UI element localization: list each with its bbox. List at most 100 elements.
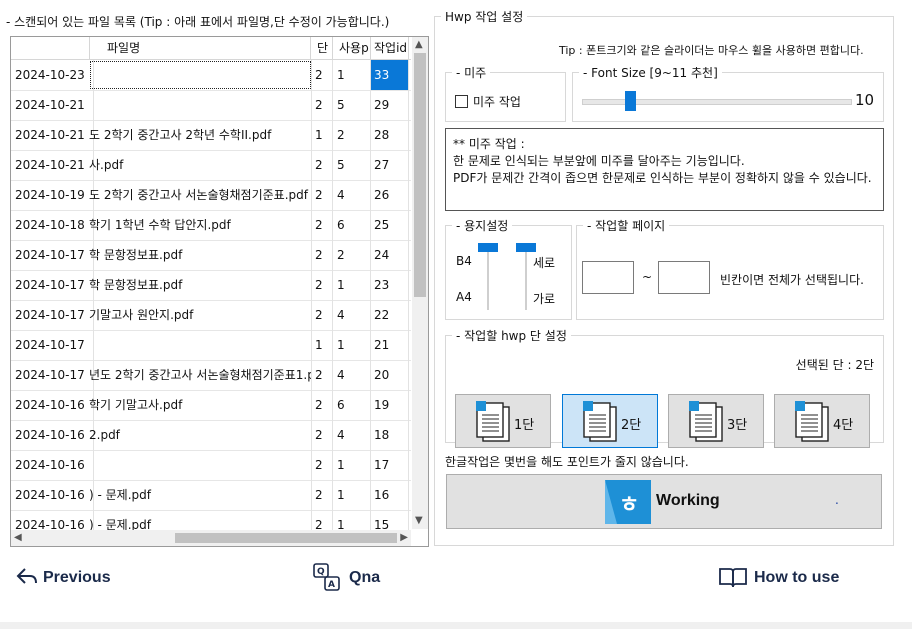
file-table[interactable]: 파일명 단 사용p 작업id 2024-10-23 2 1 33 2024-10-21 2… — [10, 36, 429, 547]
cell-jobid[interactable]: 26 — [371, 180, 409, 210]
cell-dan[interactable]: 2 — [311, 150, 333, 180]
cell-dan[interactable]: 2 — [311, 60, 333, 90]
cell-usedpage[interactable]: 6 — [333, 390, 371, 420]
cell-usedpage[interactable]: 2 — [333, 120, 371, 150]
cell-jobid[interactable]: 18 — [371, 420, 409, 450]
cell-jobid[interactable]: 23 — [371, 270, 409, 300]
cell-filename[interactable]: 학기 기말고사.pdf — [89, 390, 312, 420]
cell-jobid[interactable]: 17 — [371, 450, 409, 480]
cell-date[interactable]: 2024-10-16 — [11, 420, 94, 450]
cell-dan[interactable]: 1 — [311, 120, 333, 150]
cell-date[interactable]: 2024-10-17 — [11, 270, 94, 300]
cell-jobid[interactable]: 20 — [371, 360, 409, 390]
cell-filename[interactable]: 2.pdf — [89, 420, 312, 450]
dan-button-2[interactable]: 2단 — [562, 394, 658, 448]
cell-usedpage[interactable]: 5 — [333, 90, 371, 120]
cell-usedpage[interactable]: 4 — [333, 300, 371, 330]
cell-jobid[interactable]: 28 — [371, 120, 409, 150]
table-row[interactable]: 2024-10-18 학기 1학년 수학 답안지.pdf 2 6 25 — [11, 210, 411, 241]
cell-date[interactable]: 2024-10-21 — [11, 150, 94, 180]
table-row[interactable]: 2024-10-21 사.pdf 2 5 27 — [11, 150, 411, 181]
cell-dan[interactable]: 2 — [311, 90, 333, 120]
cell-date[interactable]: 2024-10-17 — [11, 360, 94, 390]
vertical-scrollbar[interactable]: ▲ ▼ — [412, 37, 428, 529]
cell-filename[interactable]: 도 2학기 중간고사 2학년 수학II.pdf — [89, 120, 312, 150]
cell-dan[interactable]: 2 — [311, 300, 333, 330]
cell-dan[interactable]: 2 — [311, 390, 333, 420]
cell-jobid[interactable]: 21 — [371, 330, 409, 360]
cell-filename[interactable] — [89, 330, 312, 360]
cell-date[interactable]: 2024-10-21 — [11, 120, 94, 150]
cell-dan[interactable]: 2 — [311, 210, 333, 240]
cell-date[interactable]: 2024-10-17 — [11, 300, 94, 330]
cell-jobid[interactable]: 33 — [371, 60, 409, 90]
mijoo-checkbox[interactable] — [455, 95, 468, 108]
page-end-input[interactable] — [658, 261, 710, 294]
table-row[interactable]: 2024-10-21 도 2학기 중간고사 2학년 수학II.pdf 1 2 28 — [11, 120, 411, 151]
cell-usedpage[interactable]: 4 — [333, 180, 371, 210]
cell-filename[interactable]: 년도 2학기 중간고사 서논술형채점기준표1.pdf — [89, 360, 312, 390]
table-row[interactable]: 2024-10-23 2 1 33 — [11, 60, 411, 91]
cell-usedpage[interactable]: 2 — [333, 240, 371, 270]
working-button[interactable]: ㅎ Working . — [446, 474, 882, 529]
cell-filename[interactable] — [89, 90, 312, 120]
cell-dan[interactable]: 2 — [311, 480, 333, 510]
page-start-input[interactable] — [582, 261, 634, 294]
table-row[interactable]: 2024-10-17 1 1 21 — [11, 330, 411, 361]
cell-usedpage[interactable]: 1 — [333, 330, 371, 360]
dan-button-3[interactable]: 3단 — [668, 394, 764, 448]
cell-usedpage[interactable]: 1 — [333, 60, 371, 90]
cell-jobid[interactable]: 25 — [371, 210, 409, 240]
cell-filename[interactable]: ) - 문제.pdf — [89, 480, 312, 510]
table-row[interactable]: 2024-10-16 2.pdf 2 4 18 — [11, 420, 411, 451]
cell-dan[interactable]: 2 — [311, 270, 333, 300]
column-jobid[interactable]: 작업id — [371, 37, 409, 59]
cell-jobid[interactable]: 22 — [371, 300, 409, 330]
cell-usedpage[interactable]: 1 — [333, 480, 371, 510]
cell-filename[interactable]: 도 2학기 중간고사 서논술형채점기준표.pdf — [89, 180, 312, 210]
cell-dan[interactable]: 2 — [311, 360, 333, 390]
cell-date[interactable]: 2024-10-23 — [11, 60, 94, 90]
table-row[interactable]: 2024-10-17 학 문항정보표.pdf 2 2 24 — [11, 240, 411, 271]
cell-usedpage[interactable]: 5 — [333, 150, 371, 180]
scroll-left-icon[interactable]: ◀ — [14, 531, 22, 545]
cell-filename[interactable]: 사.pdf — [89, 150, 312, 180]
cell-filename[interactable]: 학 문항정보표.pdf — [89, 270, 312, 300]
cell-dan[interactable]: 2 — [311, 180, 333, 210]
scroll-up-icon[interactable]: ▲ — [415, 38, 423, 52]
cell-date[interactable]: 2024-10-17 — [11, 240, 94, 270]
cell-date[interactable]: 2024-10-19 — [11, 180, 94, 210]
cell-dan[interactable]: 1 — [311, 330, 333, 360]
cell-date[interactable]: 2024-10-16 — [11, 390, 94, 420]
table-row[interactable]: 2024-10-17 학 문항정보표.pdf 2 1 23 — [11, 270, 411, 301]
column-dan[interactable]: 단 — [311, 37, 333, 59]
cell-date[interactable]: 2024-10-17 — [11, 330, 94, 360]
cell-date[interactable]: 2024-10-16 — [11, 480, 94, 510]
table-row[interactable]: 2024-10-16) - 문제.pdf 2 1 16 — [11, 480, 411, 511]
table-row[interactable]: 2024-10-19 도 2학기 중간고사 서논술형채점기준표.pdf 2 4 26 — [11, 180, 411, 211]
column-usedpage[interactable]: 사용p — [333, 37, 371, 59]
cell-filename[interactable]: 학기 1학년 수학 답안지.pdf — [89, 210, 312, 240]
cell-dan[interactable]: 2 — [311, 450, 333, 480]
cell-usedpage[interactable]: 1 — [333, 450, 371, 480]
cell-filename[interactable]: 학 문항정보표.pdf — [89, 240, 312, 270]
cell-filename[interactable] — [89, 450, 312, 480]
cell-date[interactable]: 2024-10-16 — [11, 450, 94, 480]
dan-button-1[interactable]: 1단 — [455, 394, 551, 448]
cell-usedpage[interactable]: 1 — [333, 270, 371, 300]
cell-date[interactable]: 2024-10-21 — [11, 90, 94, 120]
cell-jobid[interactable]: 16 — [371, 480, 409, 510]
paper-orientation-slider-thumb[interactable] — [516, 243, 536, 252]
cell-dan[interactable]: 2 — [311, 420, 333, 450]
cell-usedpage[interactable]: 6 — [333, 210, 371, 240]
cell-filename[interactable]: 기말고사 원안지.pdf — [89, 300, 312, 330]
cell-date[interactable]: 2024-10-18 — [11, 210, 94, 240]
cell-usedpage[interactable]: 4 — [333, 420, 371, 450]
font-size-slider-thumb[interactable] — [625, 91, 636, 111]
mijoo-checkbox-label[interactable]: 미주 작업 — [473, 93, 521, 110]
table-row[interactable]: 2024-10-16 2 1 17 — [11, 450, 411, 481]
scroll-right-icon[interactable]: ▶ — [400, 531, 408, 545]
cell-jobid[interactable]: 29 — [371, 90, 409, 120]
cell-filename[interactable] — [89, 60, 312, 90]
cell-dan[interactable]: 2 — [311, 240, 333, 270]
